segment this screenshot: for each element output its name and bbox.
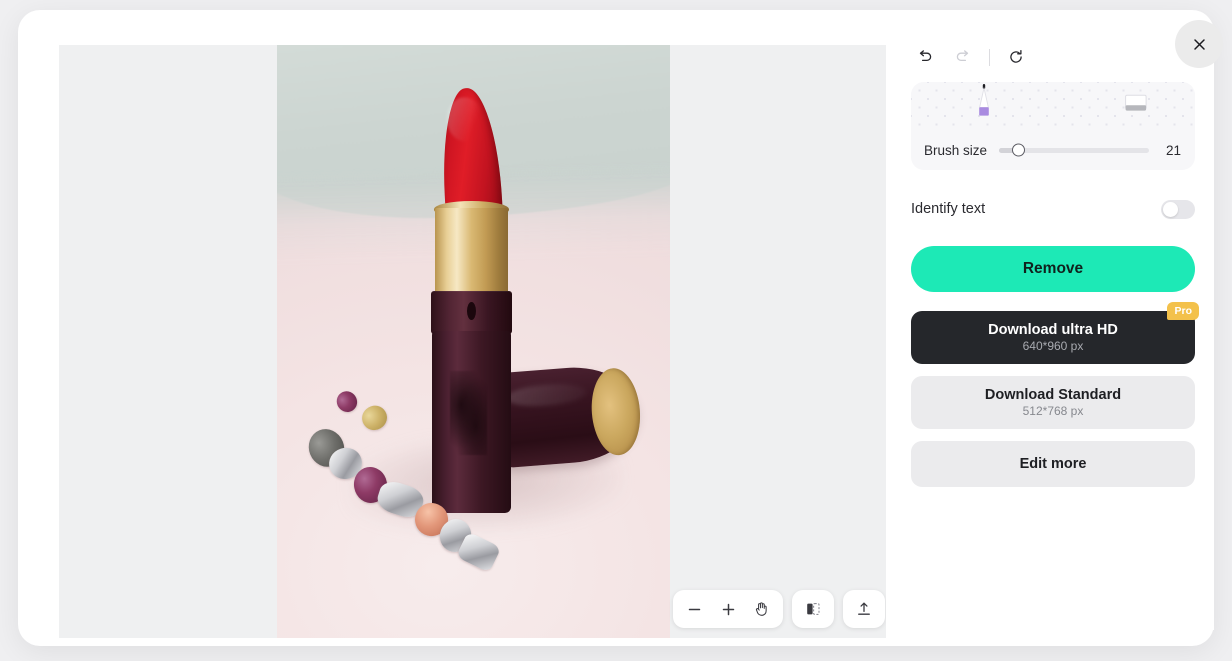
bracelet-link (357, 400, 391, 434)
download-ultra-hd-title: Download ultra HD (988, 322, 1118, 338)
history-toolbar (892, 26, 1214, 82)
brush-tool-card: Brush size 21 (911, 82, 1195, 170)
zoom-out-button[interactable] (677, 592, 711, 626)
upload-icon (855, 600, 873, 618)
product-photo (277, 45, 670, 638)
panel-actions: Remove Download ultra HD 640*960 px Pro … (911, 246, 1199, 487)
lipstick-collar (430, 290, 513, 335)
undo-icon (916, 48, 934, 66)
compare-split-icon (804, 600, 822, 618)
redo-button[interactable] (948, 42, 978, 72)
pro-badge: Pro (1167, 302, 1199, 320)
identify-text-label: Identify text (911, 201, 986, 217)
pan-tool-button[interactable] (745, 592, 779, 626)
eraser-icon[interactable] (1123, 91, 1153, 119)
zoom-in-button[interactable] (711, 592, 745, 626)
tool-strip (911, 82, 1195, 130)
zoom-control-group (673, 590, 783, 628)
close-icon (1191, 36, 1208, 53)
plus-icon (720, 601, 737, 618)
brush-size-slider-thumb[interactable] (1012, 143, 1026, 157)
canvas-bottom-toolbar (673, 590, 885, 628)
lipstick-gold-barrel (434, 207, 509, 301)
tools-panel: Brush size 21 Identify text Remove Downl… (892, 26, 1214, 630)
bracelet-link (333, 387, 363, 417)
upload-group (843, 590, 885, 628)
app-root: Brush size 21 Identify text Remove Downl… (0, 0, 1232, 661)
hand-icon (753, 600, 771, 618)
download-standard-subtitle: 512*768 px (1022, 404, 1084, 418)
identify-text-toggle[interactable] (1161, 199, 1195, 219)
upload-button[interactable] (847, 592, 881, 626)
compare-button[interactable] (796, 592, 830, 626)
edit-more-title: Edit more (1019, 456, 1087, 472)
brush-size-label: Brush size (924, 142, 988, 158)
close-button[interactable] (1175, 20, 1223, 68)
editor-modal: Brush size 21 Identify text Remove Downl… (18, 10, 1223, 646)
brush-size-value: 21 (1165, 142, 1181, 158)
image-canvas[interactable] (59, 45, 886, 638)
download-ultra-hd-subtitle: 640*960 px (1022, 339, 1084, 353)
download-standard-button[interactable]: Download Standard 512*768 px (911, 376, 1195, 429)
identify-text-row: Identify text (911, 194, 1195, 224)
brush-size-row: Brush size 21 (911, 130, 1195, 170)
reset-icon (1007, 48, 1025, 66)
edit-more-button[interactable]: Edit more (911, 441, 1195, 487)
redo-icon (954, 48, 972, 66)
toggle-knob (1163, 201, 1178, 217)
undo-button[interactable] (910, 42, 940, 72)
download-button-stack: Download ultra HD 640*960 px Pro Downloa… (911, 302, 1199, 487)
photo-container (277, 45, 670, 638)
marker-brush-icon[interactable] (973, 84, 995, 128)
reset-button[interactable] (1001, 42, 1031, 72)
download-standard-title: Download Standard (984, 387, 1122, 403)
lipstick-cap-lying (493, 362, 643, 469)
gem-bracelet (301, 377, 505, 614)
toolbar-divider (989, 48, 990, 66)
minus-icon (686, 601, 703, 618)
compare-group (792, 590, 834, 628)
remove-button[interactable]: Remove (911, 246, 1195, 292)
brush-size-slider[interactable] (999, 143, 1149, 157)
download-ultra-hd-button[interactable]: Download ultra HD 640*960 px Pro (911, 302, 1199, 364)
